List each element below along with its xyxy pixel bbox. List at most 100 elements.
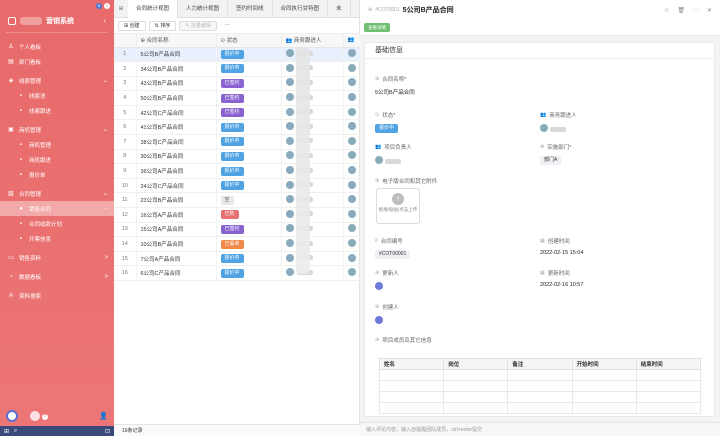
sidebar-item[interactable]: ▪ 商机跟进 [0, 152, 114, 167]
table-row[interactable]: 3 43公司B产品合同 已签约 [114, 76, 361, 92]
extra-cell[interactable] [343, 251, 361, 267]
contract-name-cell[interactable]: 42公司C产品合同 [136, 105, 217, 121]
table-row[interactable]: 9 36公司A产品合同 报价中 [114, 163, 361, 179]
table-row[interactable]: 16 6公司C产品合同 报价中 [114, 265, 361, 281]
contract-name-cell[interactable]: 43公司B产品合同 [136, 76, 217, 92]
contract-name-cell[interactable]: 34公司B产品合同 [136, 61, 217, 77]
tab-hr-stats[interactable]: 人力统计视图 [178, 0, 229, 18]
extra-cell[interactable] [343, 222, 361, 238]
contract-name-cell[interactable]: 7公司A产品合同 [136, 251, 217, 267]
add-user-icon[interactable]: 👤 [99, 412, 108, 420]
extra-cell[interactable] [343, 134, 361, 150]
more-icon[interactable]: ··· [693, 7, 699, 14]
tab-contract-stats[interactable]: 合同统计视图 [128, 0, 179, 18]
table-row[interactable] [378, 380, 702, 392]
contract-name-cell[interactable]: 10公司B产品合同 [136, 236, 217, 252]
extra-cell[interactable] [343, 90, 361, 106]
status-cell[interactable]: 已败 [216, 207, 282, 223]
follower-cell[interactable] [281, 207, 344, 223]
follower-cell[interactable] [281, 236, 344, 252]
extra-cell[interactable] [343, 236, 361, 252]
status-cell[interactable]: 报价中 [216, 178, 282, 194]
follower-cell[interactable] [281, 119, 344, 136]
table-row[interactable] [378, 369, 702, 381]
view-details-button[interactable]: 查看详情 [364, 23, 390, 32]
avatar[interactable] [6, 410, 18, 422]
delete-icon[interactable]: 🗑 [677, 7, 685, 14]
sidebar-item[interactable]: ▪ 合同收款计划 [0, 216, 114, 231]
sidebar-item[interactable]: ▪ 报价单 [0, 167, 114, 182]
field-department[interactable]: ⊕ 实施部门* 部门A [540, 143, 571, 165]
status-cell[interactable]: 报价中 [216, 163, 282, 179]
contract-name-cell[interactable]: 23公司B产品合同 [136, 192, 217, 209]
follower-cell[interactable] [281, 47, 344, 63]
grid-icon[interactable]: ⊞ [4, 428, 9, 435]
tab-more[interactable]: 未 [328, 0, 351, 18]
contract-name-cell[interactable]: 15公司A产品合同 [136, 222, 217, 238]
table-row[interactable]: 6 41公司B产品合同 报价中 [114, 119, 361, 136]
contract-name-cell[interactable]: 5公司B产品合同 [136, 47, 217, 63]
extra-cell[interactable] [343, 105, 361, 121]
follower-cell[interactable] [281, 163, 344, 179]
contract-name-cell[interactable]: 16公司A产品合同 [136, 207, 217, 223]
status-cell[interactable]: 空 [216, 192, 282, 209]
status-cell[interactable]: 报价中 [216, 119, 282, 136]
table-row[interactable]: 15 7公司A产品合同 报价中 [114, 251, 361, 267]
status-cell[interactable]: 已签约 [216, 90, 282, 106]
table-row[interactable] [378, 391, 702, 403]
expand-icon[interactable]: ⊡ [105, 428, 110, 435]
tab-signing-timeline[interactable]: 签约时间线 [228, 0, 273, 18]
contract-name-cell[interactable]: 6公司C产品合同 [136, 265, 217, 281]
sidebar-item[interactable]: A 资料搜索 [0, 288, 114, 303]
extra-cell[interactable] [343, 192, 361, 209]
extra-cell[interactable] [343, 207, 361, 223]
table-row[interactable]: 1 5公司B产品合同 报价中 [114, 47, 361, 63]
status-cell[interactable]: 报价中 [216, 61, 282, 77]
extra-cell[interactable] [343, 119, 361, 136]
search-icon[interactable]: ⌕ [14, 428, 17, 435]
members-table[interactable]: 姓名 岗位 备注 开始时间 结束时间 [378, 358, 702, 414]
follower-cell[interactable] [281, 265, 344, 281]
contract-name-cell[interactable]: 50公司B产品合同 [136, 90, 217, 106]
follower-cell[interactable] [281, 178, 344, 194]
extra-cell[interactable] [343, 61, 361, 77]
sidebar-item[interactable]: ▪ 商机管理 [0, 137, 114, 152]
views-grid-icon[interactable]: ⊞ [114, 6, 128, 12]
secondary-avatar[interactable] [30, 411, 40, 421]
contract-name-cell[interactable]: 41公司B产品合同 [136, 119, 217, 136]
sidebar-item[interactable]: ▧ 合同管理 ⌄ [0, 186, 114, 201]
contract-name-cell[interactable]: 36公司A产品合同 [136, 163, 217, 179]
follower-cell[interactable] [281, 222, 344, 238]
table-row[interactable]: 12 16公司A产品合同 已败 [114, 207, 361, 223]
status-cell[interactable]: 已签约 [216, 105, 282, 121]
extra-cell[interactable] [343, 76, 361, 92]
status-cell[interactable]: 已签约 [216, 222, 282, 238]
contract-name-cell[interactable]: 38公司C产品合同 [136, 134, 217, 150]
follower-cell[interactable] [281, 90, 344, 106]
table-row[interactable]: 7 38公司C产品合同 报价中 [114, 134, 361, 150]
more-button[interactable]: ··· [219, 20, 235, 31]
upload-dropzone[interactable]: ↑ 拖拽/粘贴/点击上传 [376, 188, 420, 224]
sidebar-item[interactable]: ▣ 商机管理 ⌄ [0, 122, 114, 137]
sidebar-item[interactable]: ▪ 开票信息 [0, 231, 114, 246]
notification-badge[interactable]: 8 [96, 3, 102, 9]
collapse-sidebar-icon[interactable]: ‹ [104, 18, 106, 25]
status-cell[interactable]: 报价中 [216, 265, 282, 281]
favorite-icon[interactable]: ☆ [664, 7, 669, 14]
extra-cell[interactable] [343, 163, 361, 179]
help-icon[interactable]: ? [42, 414, 48, 420]
field-contract-name[interactable]: ⊕ 合同名称* 5公司B产品合同 [375, 75, 415, 96]
batch-edit-button[interactable]: ✎ 批量编辑 [179, 20, 217, 31]
status-cell[interactable]: 已签约 [216, 76, 282, 92]
contract-name-cell[interactable]: 24公司C产品合同 [136, 178, 217, 194]
sidebar-item[interactable]: ▪ 线索跟进 [0, 103, 114, 118]
table-row[interactable]: 8 30公司B产品合同 报价中 [114, 149, 361, 165]
sidebar-item[interactable]: ♙ 个人看板 [0, 39, 114, 54]
table-row[interactable]: 11 23公司B产品合同空 [114, 192, 361, 209]
close-icon[interactable]: ✕ [707, 7, 712, 14]
contract-name-cell[interactable]: 30公司B产品合同 [136, 149, 217, 165]
field-project-lead[interactable]: 👥 项目负责人 [375, 143, 412, 166]
sidebar-item[interactable]: ▭ 销售资料 > [0, 250, 114, 265]
status-cell[interactable]: 已丢单 [216, 236, 282, 252]
table-row[interactable]: 5 42公司C产品合同 已签约 [114, 105, 361, 121]
